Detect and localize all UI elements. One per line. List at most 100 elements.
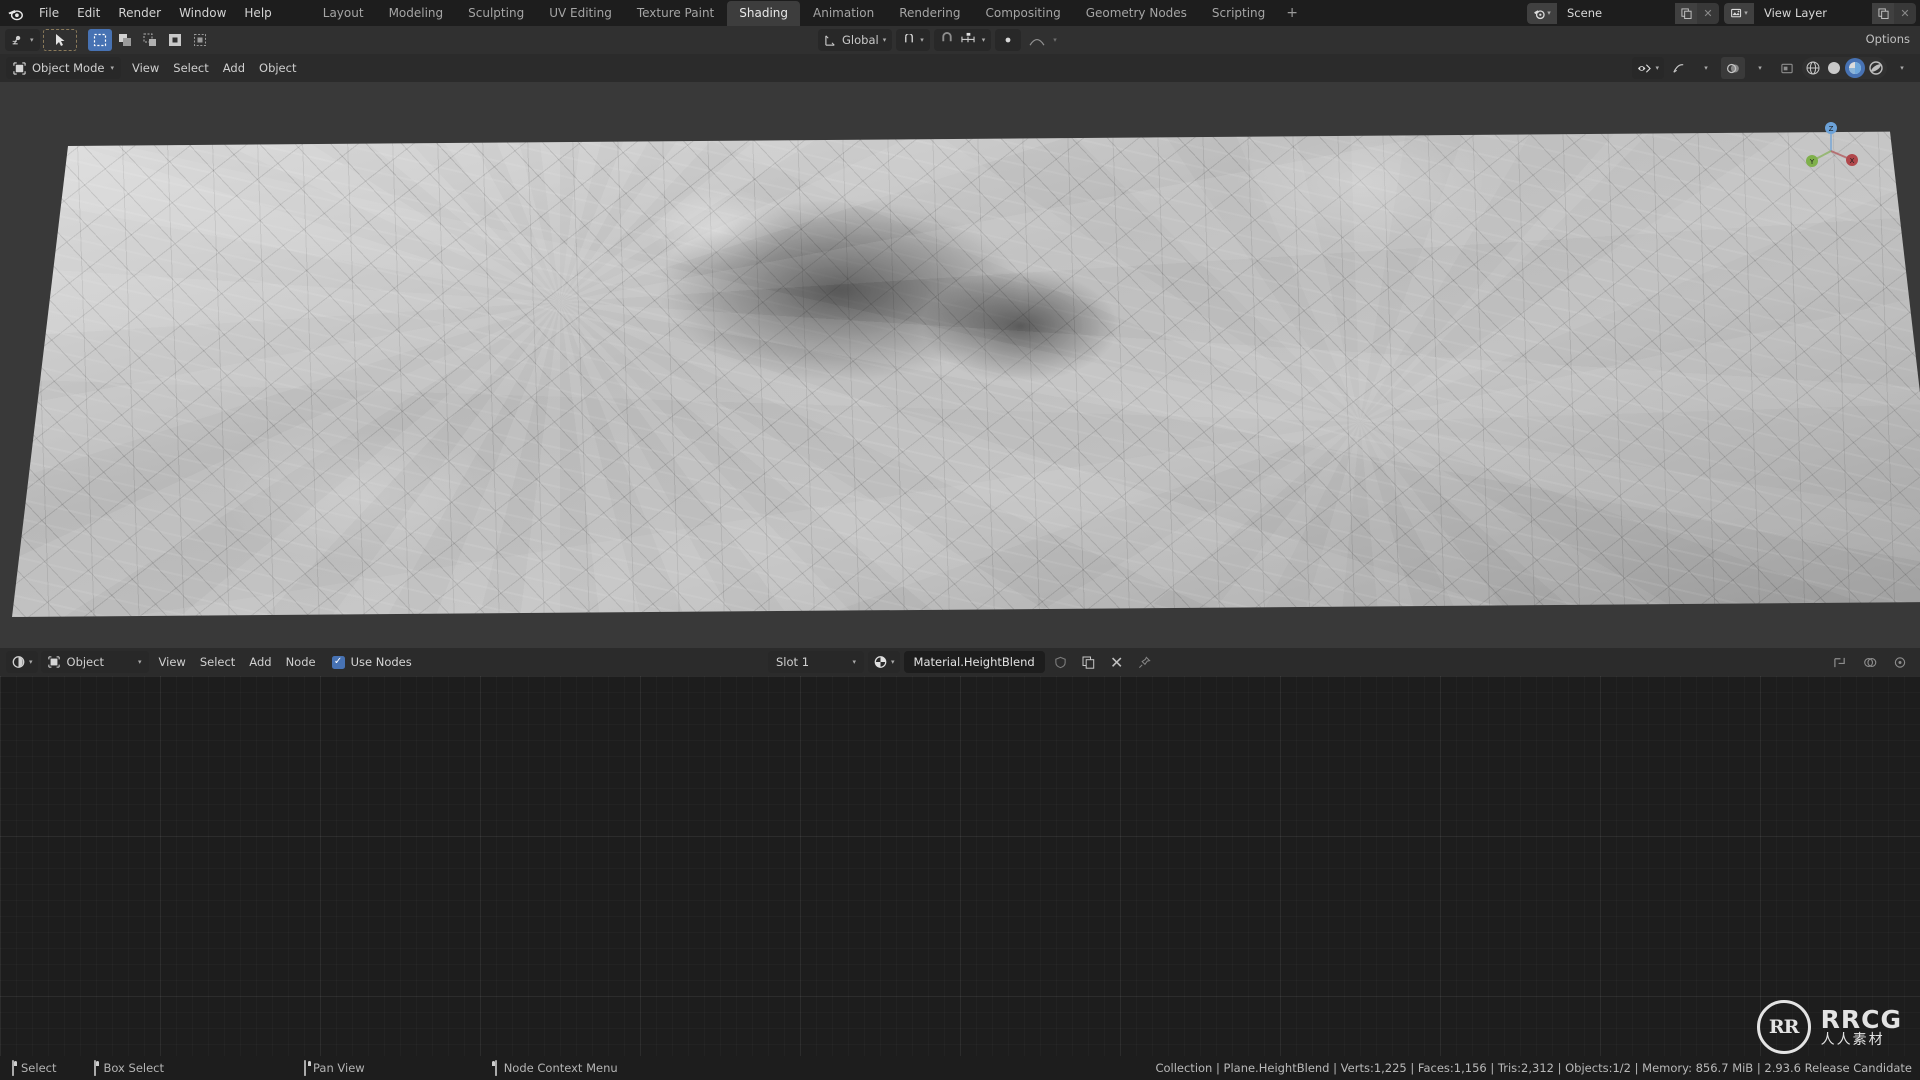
workspace-tab-modeling[interactable]: Modeling [377,1,456,26]
magnet-icon[interactable] [940,32,954,48]
unlink-material-button[interactable]: ✕ [1105,651,1129,673]
mouse-middle-icon [304,1060,311,1076]
new-view-layer-button[interactable] [1872,2,1894,24]
topbar: File Edit Render Window Help Layout Modeling S… [0,0,1920,26]
unlink-scene-button[interactable]: ✕ [1697,2,1719,24]
scene-name[interactable]: Scene [1557,2,1675,24]
shader-node-editor[interactable]: Height at which layer 1 should take over… [0,676,1920,1056]
xray-icon[interactable] [1721,57,1745,79]
workspace-tab-sculpting[interactable]: Sculpting [456,1,536,26]
view-layer-name[interactable]: View Layer [1754,2,1872,24]
svg-text:X: X [1850,157,1855,165]
status-hint-select: Select [12,1060,57,1076]
shield-icon[interactable] [1049,651,1073,673]
shader-editor-icon[interactable]: ▾ [6,651,38,673]
shader-menu-select[interactable]: Select [193,651,242,673]
workspace-tab-scripting[interactable]: Scripting [1200,1,1277,26]
gizmo-icon[interactable] [1888,651,1912,673]
proportional-edit-icon[interactable] [995,29,1022,51]
workspace-tab-geometry-nodes[interactable]: Geometry Nodes [1074,1,1199,26]
select-box-icon[interactable] [87,29,112,51]
options-label[interactable]: Options [1866,32,1910,46]
remove-view-layer-button[interactable]: ✕ [1894,2,1916,24]
shader-menu-node[interactable]: Node [279,651,323,673]
transform-orientation-dropdown[interactable]: Global ▾ [818,29,893,51]
view-layer-selector[interactable]: ▾ View Layer ✕ [1724,2,1916,24]
material-name-field[interactable]: Material.HeightBlend [903,651,1045,673]
object-mode-dropdown[interactable]: Object Mode ▾ [6,57,121,79]
select-subtract-icon[interactable] [138,29,162,51]
menu-file[interactable]: File [30,3,68,23]
select-extend-icon[interactable] [113,29,137,51]
snap-magnet-group[interactable]: ▾ [933,29,992,51]
status-hint-label: Box Select [103,1061,164,1075]
rendered-shading-icon[interactable] [1866,58,1886,78]
node-links [0,676,1920,1056]
viewport-3d[interactable]: Z X Y [0,82,1920,648]
statusbar: Select Box Select Pan View Node Context Men… [0,1056,1920,1080]
editor-type-icon[interactable]: ▾ [5,29,40,51]
workspace-tab-animation[interactable]: Animation [801,1,886,26]
shader-type-dropdown[interactable]: Object ▾ [40,651,149,673]
menu-help[interactable]: Help [235,3,280,23]
status-hint-node-context-menu: Node Context Menu [492,1060,618,1076]
navigation-gizmo[interactable]: Z X Y [1798,118,1864,184]
solid-shading-icon[interactable] [1824,58,1844,78]
overlays-icon[interactable] [1667,57,1691,79]
viewport-render-icon[interactable] [1775,57,1799,79]
shader-type-label: Object [66,655,104,669]
viewport-menu-view[interactable]: View [125,57,166,79]
status-hint-label: Node Context Menu [503,1061,618,1075]
scene-selector[interactable]: ▾ Scene ✕ [1527,2,1719,24]
use-nodes-toggle[interactable]: ✓ Use Nodes [326,655,418,669]
mouse-left-icon [12,1060,17,1076]
overlays-dropdown-icon[interactable]: ▾ [1694,57,1718,79]
menu-window[interactable]: Window [170,3,235,23]
select-intersect-icon[interactable] [188,29,212,51]
shading-dropdown-icon[interactable]: ▾ [1890,57,1914,79]
workspace-tab-rendering[interactable]: Rendering [887,1,972,26]
snapping-dropdown[interactable]: ▾ [896,29,930,51]
tweak-select-icon[interactable] [42,29,77,51]
viewport-menu-select[interactable]: Select [166,57,215,79]
snap-icon[interactable] [1828,651,1852,673]
use-nodes-checkbox[interactable]: ✓ [331,655,345,669]
overlay-icon[interactable] [1858,651,1882,673]
workspace-tab-uv-editing[interactable]: UV Editing [537,1,624,26]
tool-settings-left: ▾ [5,29,212,51]
shader-menu-add[interactable]: Add [242,651,278,673]
scene-icon[interactable]: ▾ [1527,2,1557,24]
menu-render[interactable]: Render [109,3,170,23]
add-workspace-button[interactable]: + [1277,2,1307,24]
workspace-tab-shading[interactable]: Shading [727,0,800,26]
view-layer-icon[interactable]: ▾ [1724,2,1754,24]
xray-dropdown-icon[interactable]: ▾ [1748,57,1772,79]
material-slot-dropdown[interactable]: Slot 1 ▾ [768,651,864,673]
new-scene-button[interactable] [1675,2,1697,24]
shader-menu-view[interactable]: View [152,651,193,673]
menu-edit[interactable]: Edit [68,3,109,23]
blender-window: File Edit Render Window Help Layout Modeling S… [0,0,1920,1080]
terrain-noise [12,131,1920,617]
terrain-plane-object[interactable] [12,131,1920,617]
workspace-tab-layout[interactable]: Layout [311,1,376,26]
status-hint-label: Select [21,1061,57,1075]
pin-icon[interactable] [1133,651,1157,673]
workspace-tab-texture-paint[interactable]: Texture Paint [625,1,726,26]
snap-increment-icon[interactable] [960,32,976,48]
material-browse-icon[interactable]: ▾ [868,651,900,673]
workspace-tab-compositing[interactable]: Compositing [973,1,1072,26]
falloff-icon[interactable] [1025,29,1049,51]
wireframe-shading-icon[interactable] [1803,58,1823,78]
show-gizmo-icon[interactable]: ▾ [1632,57,1664,79]
viewport-menu-object[interactable]: Object [252,57,303,79]
select-invert-icon[interactable] [163,29,187,51]
shader-editor-header: ▾ Object ▾ View Select Add Node ✓ Use Nodes… [0,648,1920,676]
viewport-mode-label: Object Mode [32,61,105,75]
svg-text:Y: Y [1809,158,1815,166]
blender-logo-icon[interactable] [0,0,30,26]
material-preview-shading-icon[interactable] [1845,58,1865,78]
tool-settings-bar: ▾ Global ▾ ▾ ▾ ▾ Options [0,26,1920,54]
viewport-menu-add[interactable]: Add [216,57,252,79]
new-material-button[interactable] [1077,651,1101,673]
